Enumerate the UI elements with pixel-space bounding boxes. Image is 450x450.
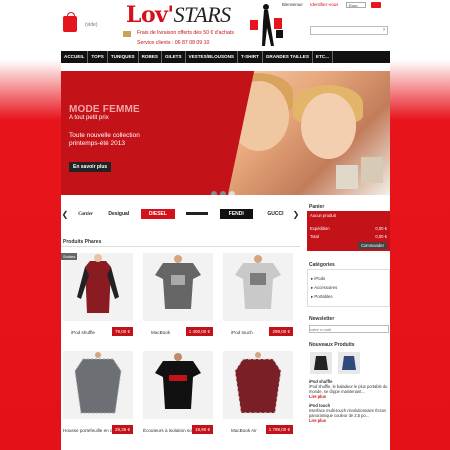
category-item[interactable]: ▸ Accessoires — [311, 285, 386, 291]
product-price: 18,90 € — [191, 425, 213, 434]
slider-dots — [211, 191, 235, 195]
category-item[interactable]: ▸ Portables — [311, 294, 386, 300]
product-image[interactable] — [223, 253, 293, 321]
slider-dot-active[interactable] — [229, 191, 235, 195]
brand-logo[interactable] — [181, 211, 214, 217]
category-item[interactable]: ▸ iPods — [311, 276, 386, 282]
new-product-desc: iPod shuffle, le baladeur le plus portab… — [309, 384, 388, 394]
nav-item-gilets[interactable]: GILETS — [162, 51, 186, 63]
product-image[interactable] — [143, 253, 213, 321]
sidebar: Panier Aucun produit Expédition 0,00 € To… — [307, 203, 390, 425]
brand-carousel: ❮ Cartier Desigual DIESEL FENDI GUCCI ❯ — [61, 206, 300, 222]
categories-title: Catégories — [309, 262, 335, 268]
hero-subtitle: A tout petit prix — [69, 115, 109, 121]
welcome-text: Bienvenue — [282, 2, 303, 7]
product-image[interactable] — [143, 351, 213, 419]
nav-item-vestes[interactable]: VESTES/BLOUSONS — [186, 51, 238, 63]
product-image[interactable] — [63, 351, 133, 419]
product-price: 29,35 € — [111, 425, 133, 434]
product-title[interactable]: iPod shuffle — [71, 330, 95, 335]
total-label: Total — [310, 234, 319, 239]
product-card[interactable]: Soldes iPod shuffle 79,00 € — [61, 253, 135, 341]
product-card[interactable]: Housse portefeuille en cuir 29,35 € — [61, 351, 135, 439]
brand-logo[interactable]: DIESEL — [141, 209, 175, 219]
nav-item-grandes-tailles[interactable]: GRANDES TAILLES — [263, 51, 313, 63]
nav-item-etc[interactable]: ETC... — [313, 51, 333, 63]
product-card[interactable]: MacBook Air 1 799,00 € — [221, 351, 295, 439]
search-arrow-icon[interactable]: › — [383, 27, 385, 33]
product-price: 299,00 € — [269, 327, 293, 336]
categories-list: ▸ iPods ▸ Accessoires ▸ Portables — [307, 269, 390, 307]
hero-slider[interactable]: MODE FEMME A tout petit prix Toute nouve… — [61, 71, 390, 195]
chevron-left-icon[interactable]: ❮ — [61, 210, 69, 219]
nav-item-robes[interactable]: ROBES — [139, 51, 162, 63]
nav-item-tops[interactable]: TOPS — [88, 51, 108, 63]
new-products-thumbs — [307, 349, 390, 377]
checkout-button[interactable]: Commander — [357, 242, 387, 249]
product-price: 79,00 € — [111, 327, 133, 336]
featured-products-heading: Produits Phares — [61, 237, 300, 247]
newsletter-title: Newsletter — [309, 316, 335, 322]
search-input[interactable]: › — [310, 26, 388, 35]
top-links: Bienvenue Identifiez-vous — [282, 2, 344, 7]
product-image[interactable] — [223, 351, 293, 419]
site-logo[interactable]: Lov'STARS — [126, 2, 231, 28]
product-card[interactable]: iPod touch 299,00 € — [221, 253, 295, 341]
shopping-bag-icon[interactable] — [63, 12, 77, 32]
nav-item-tuniques[interactable]: TUNIQUES — [108, 51, 139, 63]
hero-photo-bag — [361, 157, 383, 183]
slider-dot[interactable] — [220, 191, 226, 195]
main-navigation: ACCUEIL TOPS TUNIQUES ROBES GILETS VESTE… — [61, 51, 390, 63]
product-price: 1 400,00 € — [185, 327, 213, 336]
brand-logo[interactable]: FENDI — [219, 209, 253, 219]
hero-title: MODE FEMME — [69, 104, 140, 115]
product-price: 1 799,00 € — [265, 425, 293, 434]
new-product-item: iPod shuffle iPod shuffle, le baladeur l… — [307, 377, 390, 401]
brand-logo[interactable]: Desigual — [102, 211, 135, 217]
truck-icon — [123, 31, 131, 37]
flag-icon[interactable] — [371, 2, 381, 8]
cart-block: Aucun produit Expédition 0,00 € Total 0,00… — [307, 211, 390, 251]
shipping-label: Expédition — [310, 226, 330, 231]
nav-item-tshirt[interactable]: T-SHIRT — [238, 51, 263, 63]
cart-status[interactable]: (vide) — [85, 22, 98, 28]
new-product-item: iPod touch Interface multi-touch révolut… — [307, 401, 390, 425]
brand-logo[interactable]: GUCCI — [259, 211, 292, 217]
product-title[interactable]: iPod touch — [231, 330, 253, 335]
login-link[interactable]: Identifiez-vous — [310, 2, 338, 7]
cart-title: Panier — [309, 204, 325, 210]
chevron-right-icon[interactable]: ❯ — [292, 210, 300, 219]
new-products-title: Nouveaux Produits — [309, 342, 355, 348]
read-more-link[interactable]: Lire plus — [309, 394, 388, 399]
new-product-thumb[interactable] — [310, 352, 332, 374]
product-title[interactable]: MacBook Air — [231, 428, 257, 433]
nav-item-accueil[interactable]: ACCUEIL — [61, 51, 89, 63]
product-title[interactable]: Housse portefeuille en cuir — [63, 428, 117, 433]
shopping-lady-silhouette — [250, 4, 283, 46]
site-header: (vide) Lov'STARS Frais de livraison offe… — [60, 0, 390, 50]
brand-logo[interactable]: Cartier — [69, 212, 102, 217]
cart-empty-text: Aucun produit — [310, 213, 336, 218]
newsletter-email-input[interactable] — [309, 325, 389, 333]
sale-badge: Soldes — [61, 253, 78, 260]
main-content: MODE FEMME A tout petit prix Toute nouve… — [61, 63, 390, 450]
newsletter-block — [307, 323, 390, 335]
shipping-info: Frais de livraison offerts dès 50 € d'ac… — [137, 30, 234, 36]
customer-service-phone: Service clients : 06 87 08 09 10 — [137, 40, 210, 46]
total-value: 0,00 € — [375, 234, 387, 239]
currency-select[interactable]: Euro — [346, 2, 366, 8]
product-title[interactable]: MacBook — [151, 330, 170, 335]
read-more-link[interactable]: Lire plus — [309, 418, 388, 423]
product-image[interactable] — [63, 253, 133, 321]
shipping-value: 0,00 € — [375, 226, 387, 231]
hero-photo-face — [301, 93, 356, 159]
new-product-thumb[interactable] — [338, 352, 360, 374]
slider-dot[interactable] — [211, 191, 217, 195]
product-card[interactable]: Écouteurs à isolation sonore... 18,90 € — [141, 351, 215, 439]
hero-more-button[interactable]: En savoir plus — [69, 162, 112, 172]
hero-text: Toute nouvelle collection printemps-été … — [69, 132, 140, 147]
product-card[interactable]: MacBook 1 400,00 € — [141, 253, 215, 341]
hero-photo-bag — [336, 165, 358, 189]
new-product-desc: Interface multi-touch révolutionnaire Éc… — [309, 408, 386, 418]
